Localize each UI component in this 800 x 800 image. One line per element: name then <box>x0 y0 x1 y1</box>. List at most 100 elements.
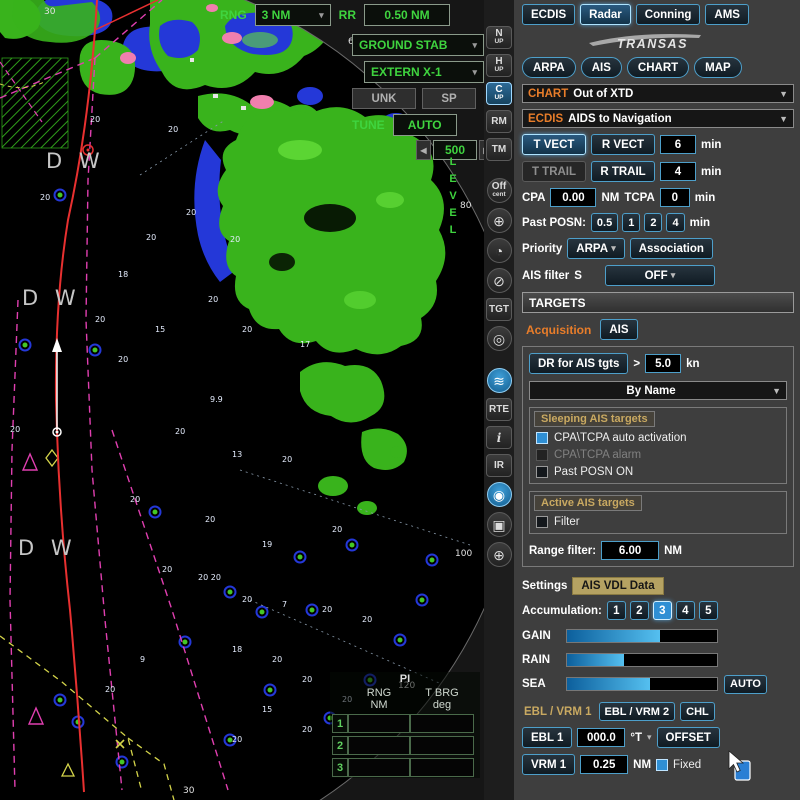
tab-acquisition[interactable]: Acquisition <box>522 323 595 337</box>
tab-ais-vdl-data[interactable]: AIS VDL Data <box>572 577 663 595</box>
true-vector-button[interactable]: T VECT <box>522 134 586 155</box>
stabilization-dropdown[interactable]: GROUND STAB▾ <box>352 34 484 56</box>
chevron-down-icon: ▾ <box>472 67 477 78</box>
sea-slider[interactable] <box>566 677 718 691</box>
map-button[interactable]: MAP <box>694 57 742 78</box>
arpa-button[interactable]: ARPA <box>522 57 576 78</box>
priority-dropdown[interactable]: ARPA ▾ <box>567 238 624 259</box>
toolbar-time-mode-icon[interactable]: ◔ <box>487 238 512 263</box>
gain-slider[interactable] <box>566 629 718 643</box>
toolbar-head-up-button[interactable]: HUP <box>486 54 512 77</box>
tune-auto-button[interactable]: AUTO <box>393 114 457 136</box>
toolbar-north-up-button[interactable]: NUP <box>486 26 512 49</box>
cpa-value[interactable]: 0.00 <box>550 188 596 207</box>
true-trail-button[interactable]: T TRAIL <box>522 161 586 182</box>
accumulation-2-button[interactable]: 2 <box>630 601 649 620</box>
toolbar-interference-rejection-button[interactable]: IR <box>486 454 512 477</box>
depth-label: 15 <box>262 705 272 714</box>
unk-button[interactable]: UNK <box>352 88 416 109</box>
relative-trail-button[interactable]: R TRAIL <box>591 161 655 182</box>
offset-button[interactable]: OFFSET <box>657 727 720 748</box>
toolbar-display-globe-icon[interactable]: ⊕ <box>487 208 512 233</box>
past-posn-4-button[interactable]: 4 <box>666 213 684 232</box>
past-posn-on-option[interactable]: Past POSN ON <box>536 466 780 478</box>
vrm-fixed-checkbox[interactable] <box>656 759 668 771</box>
toolbar-course-up-button[interactable]: CUP <box>486 82 512 105</box>
range-filter-value[interactable]: 6.00 <box>601 541 659 560</box>
ais-button[interactable]: AIS <box>581 57 622 78</box>
trail-time-value[interactable]: 4 <box>660 162 696 181</box>
chevron-down-icon[interactable]: ▾ <box>647 732 652 743</box>
dr-speed-value[interactable]: 5.0 <box>645 354 681 373</box>
toolbar-true-motion-button[interactable]: TM <box>486 138 512 161</box>
accumulation-3-button[interactable]: 3 <box>653 601 672 620</box>
checkbox-icon[interactable] <box>536 516 548 528</box>
tab-conning[interactable]: Conning <box>636 4 701 25</box>
tab-settings[interactable]: Settings <box>522 580 567 592</box>
ebl1-button[interactable]: EBL 1 <box>522 727 572 748</box>
tab-ais-targets[interactable]: AIS <box>600 319 637 340</box>
chart-button[interactable]: CHART <box>627 57 689 78</box>
tab-radar[interactable]: Radar <box>580 4 631 25</box>
sea-auto-button[interactable]: AUTO <box>724 675 767 694</box>
toolbar-relative-motion-button[interactable]: RM <box>486 110 512 133</box>
association-button[interactable]: Association <box>630 238 713 259</box>
depth-label: 20 <box>105 685 115 694</box>
filter-option[interactable]: Filter <box>536 516 780 528</box>
depth-label: 20 20 <box>198 573 221 582</box>
past-posn-2-button[interactable]: 2 <box>644 213 662 232</box>
tab-ebl-vrm-1[interactable]: EBL / VRM 1 <box>522 706 594 718</box>
tab-ecdis[interactable]: ECDIS <box>522 4 575 25</box>
targets-section-header[interactable]: TARGETS <box>522 292 794 313</box>
past-posn-0-5-button[interactable]: 0.5 <box>591 213 618 232</box>
ais-filter-dropdown[interactable]: OFF ▾ <box>605 265 715 286</box>
tcpa-value[interactable]: 0 <box>660 188 690 207</box>
past-posn-1-button[interactable]: 1 <box>622 213 640 232</box>
pi-line-1[interactable]: 1 <box>332 714 348 733</box>
relative-vector-button[interactable]: R VECT <box>591 134 655 155</box>
toolbar-info-button[interactable]: i <box>486 426 512 449</box>
accumulation-5-button[interactable]: 5 <box>699 601 718 620</box>
checkbox-icon[interactable] <box>536 466 548 478</box>
pi-title: PI <box>332 673 478 685</box>
chevron-down-icon: ▾ <box>319 10 324 21</box>
range-scale-dropdown[interactable]: 3 NM▾ <box>255 4 331 26</box>
rain-slider[interactable] <box>566 653 718 667</box>
radar-display-area[interactable]: D WD WD W202020202020182015201720209.920… <box>0 0 484 800</box>
accumulation-1-button[interactable]: 1 <box>607 601 626 620</box>
tab-ams[interactable]: AMS <box>705 4 749 25</box>
toolbar-erbl-icon[interactable]: ◉ <box>487 482 512 507</box>
ebl1-value[interactable]: 000.0 <box>577 728 625 747</box>
tab-ebl-vrm-2[interactable]: EBL / VRM 2 <box>599 702 676 721</box>
toolbar-route-button[interactable]: RTE <box>486 398 512 421</box>
range-rings-value[interactable]: 0.50 NM <box>364 4 450 26</box>
vector-time-value[interactable]: 6 <box>660 135 696 154</box>
sp-button[interactable]: SP <box>422 88 476 109</box>
toolbar-targets-button[interactable]: TGT <box>486 298 512 321</box>
accumulation-4-button[interactable]: 4 <box>676 601 695 620</box>
level-decrease-button[interactable]: ◀ <box>416 140 431 160</box>
accumulation-label: Accumulation: <box>522 605 602 617</box>
toolbar-range-rings-icon[interactable]: ◎ <box>487 326 512 351</box>
dr-for-ais-button[interactable]: DR for AIS tgts <box>529 353 628 374</box>
level-increase-button[interactable]: ▶ <box>479 140 484 160</box>
trail-unit-label: min <box>701 166 721 178</box>
cpa-auto-activation-option[interactable]: CPA\TCPA auto activation <box>536 432 780 444</box>
toolbar-parallel-index-icon[interactable]: ≋ <box>487 368 512 393</box>
pi-rng-cell <box>348 714 410 733</box>
sort-dropdown[interactable]: By Name ▼ <box>529 381 787 400</box>
vrm1-button[interactable]: VRM 1 <box>522 754 575 775</box>
pulse-controls: UNK SP <box>352 88 476 109</box>
pi-line-2[interactable]: 2 <box>332 736 348 755</box>
vrm1-value[interactable]: 0.25 <box>580 755 628 774</box>
chart-alert-dropdown[interactable]: CHART Out of XTD ▼ <box>522 84 794 103</box>
tab-chl[interactable]: CHL <box>680 702 715 721</box>
checkbox-checked-icon[interactable] <box>536 432 548 444</box>
toolbar-capture-icon[interactable]: ▣ <box>487 512 512 537</box>
toolbar-world-map-icon[interactable]: ⊕ <box>487 542 512 567</box>
toolbar-off-center-button[interactable]: Offcent <box>487 178 512 203</box>
ecdis-aids-dropdown[interactable]: ECDIS AIDS to Navigation ▼ <box>522 109 794 128</box>
radar-source-dropdown[interactable]: EXTERN X-1▾ <box>364 61 484 83</box>
pi-line-3[interactable]: 3 <box>332 758 348 777</box>
toolbar-clear-overlay-icon[interactable]: ⊘ <box>487 268 512 293</box>
